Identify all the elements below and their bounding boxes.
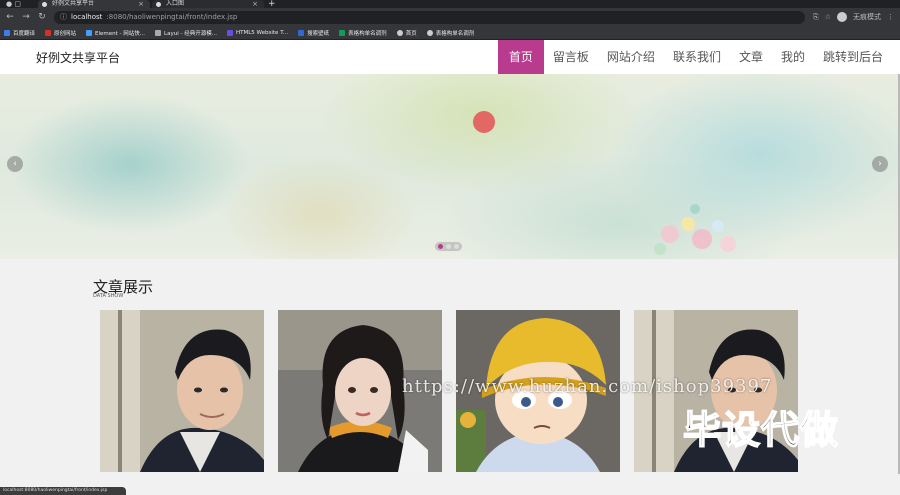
bookmark-icon	[226, 29, 233, 36]
bookmark-label: Layui - 经典开源模...	[164, 30, 217, 37]
url-input[interactable]: ⓘ localhost:8080/haoliwenpingtai/front/i…	[54, 10, 806, 24]
section-subtitle: DATA SHOW	[93, 293, 124, 299]
url-host: localhost	[71, 13, 103, 21]
tab-favicon-icon	[42, 2, 47, 7]
browser-tab-bar: ● ▢ 好例文共享平台 × 入口图 × +	[0, 0, 900, 9]
watermark-text: 毕设代做	[682, 407, 840, 453]
bookmarks-bar: 百度翻译 原创网站 Element - 网站快... Layui - 经典开源模…	[0, 26, 900, 40]
carousel-dot[interactable]	[438, 244, 443, 249]
bookmark-icon	[155, 29, 162, 36]
bookmark-item[interactable]: Element - 网站快...	[86, 29, 145, 37]
bookmark-icon	[4, 29, 10, 36]
bookmark-item[interactable]: Layui - 经典开源模...	[155, 29, 217, 37]
new-tab-button[interactable]: +	[268, 0, 276, 9]
info-icon[interactable]: ⓘ	[60, 12, 67, 22]
profile-label[interactable]: 无痕模式	[853, 12, 881, 22]
bookmark-item[interactable]: 首页	[396, 29, 417, 37]
bookmark-label: 表格构单名调剂	[435, 30, 475, 37]
nav-item-about[interactable]: 网站介绍	[598, 40, 664, 74]
carousel-indicators	[435, 242, 462, 251]
site-header: 好例文共享平台 首页 留言板 网站介绍 联系我们 文章 我的 跳转到后台	[0, 40, 900, 74]
bookmark-label: 百度翻译	[13, 30, 36, 37]
forward-icon[interactable]: →	[22, 12, 30, 22]
nav-item-mine[interactable]: 我的	[772, 40, 814, 74]
bookmark-item[interactable]: 表格构单名调剂	[426, 29, 475, 37]
bookmark-icon	[426, 29, 433, 36]
bookmark-item[interactable]: 原创网站	[45, 29, 76, 37]
translate-icon[interactable]: ⎘	[813, 13, 819, 22]
bookmark-item[interactable]: 表格构单名调剂	[339, 29, 387, 37]
tab-close-icon[interactable]: ×	[138, 0, 144, 8]
flowers-decoration	[654, 204, 736, 255]
portrait-man-image	[100, 310, 264, 472]
bookmark-label: 原创网站	[54, 30, 77, 37]
bookmark-icon	[396, 29, 403, 36]
data-show-section: 文章展示 DATA SHOW https://www.huzhan.com/is…	[0, 259, 900, 472]
address-bar-row: ← → ↻ ⓘ localhost:8080/haoliwenpingtai/f…	[0, 8, 900, 26]
bookmark-item[interactable]: 搜索壁纸	[298, 29, 329, 37]
toolbar-actions: ⎘ ☆ 无痕模式 ⋮	[813, 12, 894, 22]
bookmark-label: HTML5 Website T...	[235, 29, 289, 36]
nav-item-home[interactable]: 首页	[497, 40, 544, 74]
nav-item-admin[interactable]: 跳转到后台	[814, 40, 892, 74]
nav-item-message-board[interactable]: 留言板	[544, 40, 598, 74]
bookmark-label: 首页	[405, 30, 417, 37]
bookmark-icon	[298, 29, 305, 36]
back-icon[interactable]: ←	[6, 12, 14, 22]
tab-title: 入口图	[166, 0, 185, 7]
cursor-highlight	[473, 111, 495, 133]
nav-item-contact[interactable]: 联系我们	[664, 40, 730, 74]
bookmark-label: 表格构单名调剂	[348, 30, 387, 37]
status-bar: localhost:8080/haoliwenpingtai/front/ind…	[0, 487, 126, 495]
bookmark-icon	[339, 29, 346, 36]
bookmark-item[interactable]: HTML5 Website T...	[226, 29, 289, 36]
site-logo[interactable]: 好例文共享平台	[36, 49, 120, 66]
browser-tab-active[interactable]: 好例文共享平台 ×	[38, 0, 150, 8]
chevron-left-icon[interactable]: ‹	[7, 156, 23, 172]
url-path: :8080/haoliwenpingtai/front/index.jsp	[106, 13, 238, 21]
carousel-dot[interactable]	[454, 244, 459, 249]
watermark-url: https://www.huzhan.com/ishop39397	[402, 376, 773, 397]
main-nav: 首页 留言板 网站介绍 联系我们 文章 我的 跳转到后台	[497, 40, 892, 74]
bookmark-icon	[45, 29, 52, 36]
tab-favicon-icon	[156, 2, 161, 7]
bookmark-label: Element - 网站快...	[95, 30, 146, 37]
nav-item-articles[interactable]: 文章	[730, 40, 772, 74]
reload-icon[interactable]: ↻	[38, 12, 46, 22]
tab-close-icon[interactable]: ×	[252, 0, 258, 8]
banner-carousel: ‹ ›	[0, 74, 900, 259]
window-controls-icon[interactable]: ● ▢	[6, 0, 21, 8]
browser-tab[interactable]: 入口图 ×	[152, 0, 264, 8]
menu-kebab-icon[interactable]: ⋮	[887, 13, 894, 21]
carousel-dot[interactable]	[446, 244, 451, 249]
bookmark-label: 搜索壁纸	[307, 30, 330, 37]
tab-title: 好例文共享平台	[52, 0, 95, 7]
chevron-right-icon[interactable]: ›	[872, 156, 888, 172]
bookmark-icon	[86, 29, 93, 36]
article-card[interactable]	[100, 310, 264, 472]
bookmark-item[interactable]: 百度翻译	[4, 29, 35, 37]
profile-avatar[interactable]	[837, 12, 847, 22]
bookmark-star-icon[interactable]: ☆	[825, 13, 831, 21]
